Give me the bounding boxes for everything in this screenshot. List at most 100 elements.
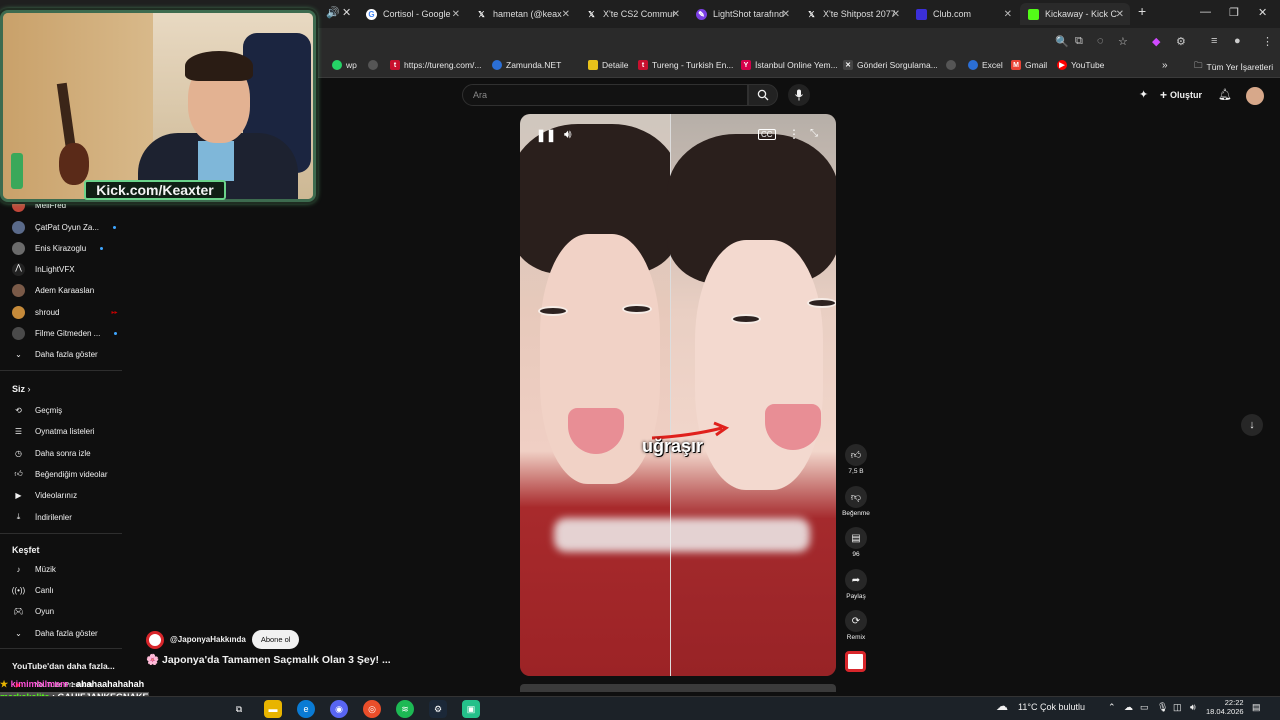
fullscreen-icon[interactable]: ⤡: [810, 128, 818, 139]
chrome-icon[interactable]: ◎: [363, 700, 381, 718]
sidebar-item-live[interactable]: ((•)) Canlı: [12, 581, 54, 599]
sidebar-sub-5[interactable]: shroud ▸▸: [12, 303, 118, 321]
close-icon[interactable]: ✕: [672, 9, 680, 20]
shorts-player[interactable]: uğraşır ❚❚ 🔊︎ CC ⋮ ⤡: [520, 114, 836, 676]
close-icon[interactable]: ✕: [452, 9, 460, 20]
sidebar-item-your-videos[interactable]: ▶ Videolarınız: [12, 486, 77, 504]
media-icon[interactable]: ≡: [1211, 35, 1217, 47]
share-action[interactable]: ➦ Paylaş: [843, 569, 869, 600]
profile-icon[interactable]: ●: [1234, 35, 1241, 47]
mic-tray-icon[interactable]: 🎙︎: [1157, 702, 1168, 713]
create-button[interactable]: + Oluştur: [1160, 88, 1202, 102]
captions-icon[interactable]: CC: [758, 129, 776, 140]
sidebar-item-music[interactable]: ♪ Müzik: [12, 560, 56, 578]
spotify-icon[interactable]: ≋: [396, 700, 414, 718]
new-tab-icon[interactable]: +: [1138, 3, 1146, 19]
bell-icon[interactable]: 🔔︎: [1218, 88, 1232, 101]
bookmark-2[interactable]: t https://tureng.com/...: [390, 60, 481, 70]
sidebar-item-playlists[interactable]: ☰ Oynatma listeleri: [12, 422, 95, 440]
search-input[interactable]: Ara: [462, 84, 748, 106]
tab-3[interactable]: ✎ LightShot tarafınd ✕: [688, 3, 796, 25]
star-icon[interactable]: ☆: [1118, 35, 1128, 48]
share-button[interactable]: ➦: [845, 569, 867, 591]
eye-off-icon[interactable]: ◌: [1097, 35, 1104, 47]
tab-2[interactable]: 𝕏 X'te CS2 Commun ✕: [578, 3, 686, 25]
next-short-button[interactable]: ↓: [1241, 414, 1263, 436]
next-short-preview[interactable]: [520, 684, 836, 692]
weather-text[interactable]: 11°C Çok bulutlu: [1018, 702, 1085, 712]
tab-6-active[interactable]: Kickaway - Kick C ✕: [1020, 3, 1130, 25]
short-title[interactable]: 🌸 Japonya'da Tamamen Saçmalık Olan 3 Şey…: [146, 653, 391, 666]
zoom-icon[interactable]: 🔍: [1055, 35, 1069, 48]
remix-button[interactable]: ⟳: [845, 610, 867, 632]
bookmark-5[interactable]: t Tureng - Turkish En...: [638, 60, 733, 70]
remix-action[interactable]: ⟳ Remix: [843, 610, 869, 641]
steam-icon[interactable]: ⚙: [429, 700, 447, 718]
wifi-icon[interactable]: ◫: [1173, 702, 1182, 713]
all-bookmarks[interactable]: 🗀 Tüm Yer İşaretleri: [1194, 60, 1273, 74]
sidebar-sub-6[interactable]: Filme Gitmeden ...: [12, 324, 118, 342]
tab-4[interactable]: 𝕏 X'te Shitpost 2077 ✕: [798, 3, 906, 25]
bookmark-1[interactable]: [368, 60, 382, 70]
subscribe-button[interactable]: Abone ol: [251, 630, 300, 649]
sidebar-sub-4[interactable]: Adem Karaaslan: [12, 281, 94, 299]
window-close-icon[interactable]: ✕: [1258, 6, 1267, 19]
bookmark-4[interactable]: Detaile: [588, 60, 628, 70]
speaker-icon[interactable]: 🔊︎: [1190, 702, 1196, 713]
extension-icon[interactable]: ◆: [1152, 35, 1160, 48]
close-icon[interactable]: ✕: [892, 9, 900, 20]
channel-avatar[interactable]: [146, 630, 164, 649]
like-button[interactable]: 👍︎: [845, 444, 867, 466]
ai-icon[interactable]: ✦: [1139, 88, 1148, 101]
more-options-icon[interactable]: ⋮: [788, 127, 800, 141]
pause-icon[interactable]: ❚❚: [536, 128, 556, 142]
search-button[interactable]: [748, 84, 778, 106]
bookmark-10[interactable]: M Gmail: [1011, 60, 1047, 70]
sidebar-item-watch-later[interactable]: ◷ Daha sonra izle: [12, 444, 91, 462]
tab-5[interactable]: Club.com ✕: [908, 3, 1018, 25]
sound-thumbnail[interactable]: [845, 651, 866, 672]
sidebar-show-more-explore[interactable]: ⌄ Daha fazla göster: [12, 624, 98, 642]
sidebar-item-downloads[interactable]: ⤓ İndirilenler: [12, 508, 72, 526]
task-view-icon[interactable]: ⧉: [230, 700, 248, 718]
battery-icon[interactable]: ▭: [1140, 702, 1149, 713]
weather-icon[interactable]: ☁: [996, 699, 1008, 713]
sidebar-item-liked[interactable]: 👍︎ Beğendiğim videolar: [12, 465, 107, 483]
discord-icon[interactable]: ◉: [330, 700, 348, 718]
like-action[interactable]: 👍︎ 7,5 B: [843, 444, 869, 475]
voice-search-button[interactable]: [788, 84, 810, 106]
restore-icon[interactable]: ❐: [1229, 6, 1239, 19]
tab-close-icon[interactable]: ✕: [342, 6, 351, 19]
puzzle-icon[interactable]: ⚙: [1176, 35, 1186, 48]
clock[interactable]: 22:22 18.04.2026: [1206, 698, 1244, 716]
file-explorer-icon[interactable]: ▬: [264, 700, 282, 718]
edge-icon[interactable]: e: [297, 700, 315, 718]
cast-icon[interactable]: ⧉: [1075, 35, 1083, 48]
tray-chevron-icon[interactable]: ⌃: [1108, 702, 1116, 713]
volume-icon[interactable]: 🔊︎: [564, 127, 572, 142]
obs-icon[interactable]: ▣: [462, 700, 480, 718]
sidebar-show-more[interactable]: ⌄ Daha fazla göster: [12, 345, 98, 363]
close-icon[interactable]: ✕: [562, 9, 570, 20]
sidebar-sub-1[interactable]: ÇatPat Oyun Za...: [12, 218, 117, 236]
tab-0[interactable]: G Cortisol - Google ✕: [358, 3, 466, 25]
dislike-button[interactable]: 👎︎: [845, 486, 867, 508]
notification-icon[interactable]: ▤: [1252, 702, 1261, 713]
menu-icon[interactable]: ⋮: [1262, 35, 1273, 48]
sidebar-item-history[interactable]: ⟲ Geçmiş: [12, 401, 62, 419]
comments-action[interactable]: ▤ 96: [843, 527, 869, 558]
network-icon[interactable]: ☁: [1124, 702, 1133, 713]
bookmark-6[interactable]: Y İstanbul Online Yem...: [741, 60, 838, 70]
sidebar-sub-3[interactable]: ⋀ InLightVFX: [12, 260, 75, 278]
comments-button[interactable]: ▤: [845, 527, 867, 549]
sidebar-item-gaming[interactable]: 🎮︎ Oyun: [12, 602, 54, 620]
bookmark-11[interactable]: ▶ YouTube: [1057, 60, 1104, 70]
channel-name[interactable]: @JaponyaHakkında: [170, 635, 246, 644]
bookmarks-overflow-icon[interactable]: »: [1162, 60, 1168, 71]
bookmark-3[interactable]: Zamunda.NET: [492, 60, 561, 70]
bookmark-0[interactable]: wp: [332, 60, 357, 70]
tab-1[interactable]: 𝕏 hametan (@keax ✕: [468, 3, 576, 25]
you-section-header[interactable]: Siz ›: [12, 384, 31, 394]
close-icon[interactable]: ✕: [1004, 9, 1012, 20]
dislike-action[interactable]: 👎︎ Beğenme: [842, 486, 870, 517]
